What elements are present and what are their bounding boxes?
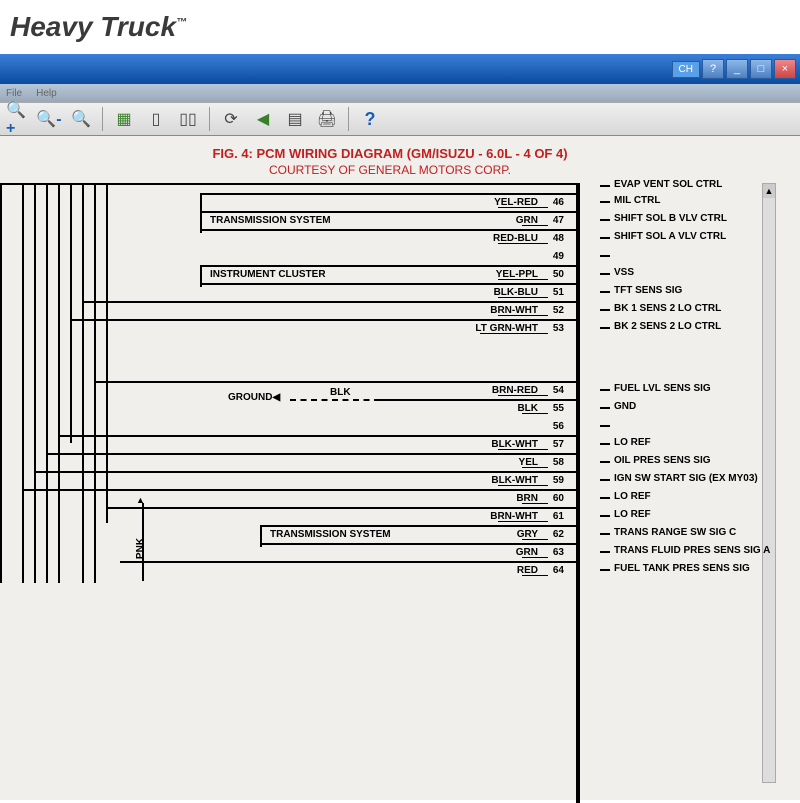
wire-color-label: BLK55 (517, 399, 568, 417)
wire-color-label: LT GRN-WHT53 (475, 319, 568, 337)
pin-signal-name: TRANS FLUID PRES SENS SIG A (614, 545, 770, 556)
diagram-title: FIG. 4: PCM WIRING DIAGRAM (GM/ISUZU - 6… (0, 146, 780, 161)
page-icon[interactable]: ▯ (145, 108, 167, 130)
pin-signal-name: IGN SW START SIG (EX MY03) (614, 473, 758, 484)
wire-color-label: BRN-WHT61 (490, 507, 568, 525)
diagram-subtitle: COURTESY OF GENERAL MOTORS CORP. (0, 163, 780, 177)
pin-signal-name: LO REF (614, 491, 651, 502)
wire-color-label: BRN-RED54 (492, 381, 568, 399)
arrow-up-icon: ▲ (136, 495, 145, 505)
ground-wire-label: BLK (330, 387, 351, 398)
help-icon[interactable]: ? (702, 59, 724, 79)
print-icon[interactable]: 🖨 (316, 108, 338, 130)
toolbar: 🔍+ 🔍- 🔍 ▦ ▯ ▯▯ ⟳ ◀ ▤ 🖨 ? (0, 102, 800, 136)
pin-signal-name: LO REF (614, 509, 651, 520)
instrument-cluster-label: INSTRUMENT CLUSTER (210, 269, 326, 280)
connector-outline (576, 183, 580, 803)
wire-color-label: BRN60 (516, 489, 568, 507)
wire-color-label: GRN63 (516, 543, 568, 561)
wire-color-label: YEL-RED46 (494, 193, 568, 211)
pin-signal-name: VSS (614, 267, 634, 278)
pin-signal-name: FUEL LVL SENS SIG (614, 383, 711, 394)
wire-color-label: GRY62 (517, 525, 568, 543)
pin-signal-name: SHIFT SOL A VLV CTRL (614, 231, 726, 242)
close-button[interactable]: × (774, 59, 796, 79)
pin-signal-name: TFT SENS SIG (614, 285, 682, 296)
menubar: File Help (0, 84, 800, 102)
pin-signal-name: BK 2 SENS 2 LO CTRL (614, 321, 721, 332)
toolbar-separator (102, 107, 103, 131)
wire-color-label: BRN-WHT52 (490, 301, 568, 319)
scrollbar[interactable]: ▲ (762, 183, 776, 783)
document-icon[interactable]: ▦ (113, 108, 135, 130)
language-indicator[interactable]: CH (672, 61, 700, 78)
pin-signal-name: EVAP VENT SOL CTRL (614, 179, 722, 190)
wire-color-label: RED64 (517, 561, 568, 579)
notes-icon[interactable]: ▤ (284, 108, 306, 130)
pnk-wire-label: PNK (135, 538, 146, 559)
back-icon[interactable]: ◀ (252, 108, 274, 130)
pin-signal-name: BK 1 SENS 2 LO CTRL (614, 303, 721, 314)
scroll-up-icon[interactable]: ▲ (763, 184, 775, 198)
pin-number: 49 (544, 247, 568, 265)
refresh-icon[interactable]: ⟳ (220, 108, 242, 130)
menu-help[interactable]: Help (36, 88, 57, 99)
pin-number: 56 (544, 417, 568, 435)
wire-color-label: YEL58 (519, 453, 568, 471)
zoom-out-icon[interactable]: 🔍- (38, 108, 60, 130)
wire-color-label: BLK-WHT59 (491, 471, 568, 489)
pin-signal-name: OIL PRES SENS SIG (614, 455, 711, 466)
pin-signal-name: MIL CTRL (614, 195, 660, 206)
zoom-in-icon[interactable]: 🔍+ (6, 108, 28, 130)
window-titlebar: CH ? _ □ × (0, 54, 800, 84)
pin-signal-name: TRANS RANGE SW SIG C (614, 527, 736, 538)
wire-color-label: GRN47 (516, 211, 568, 229)
wire-color-label: RED-BLU48 (493, 229, 568, 247)
content-area: FIG. 4: PCM WIRING DIAGRAM (GM/ISUZU - 6… (0, 136, 800, 800)
toolbar-separator (348, 107, 349, 131)
help-icon[interactable]: ? (359, 108, 381, 130)
minimize-button[interactable]: _ (726, 59, 748, 79)
pin-signal-name: FUEL TANK PRES SENS SIG (614, 563, 750, 574)
toolbar-separator (209, 107, 210, 131)
transmission-system-label: TRANSMISSION SYSTEM (210, 215, 331, 226)
menu-file[interactable]: File (6, 88, 22, 99)
wire-color-label: BLK-BLU51 (494, 283, 568, 301)
pin-signal-name: SHIFT SOL B VLV CTRL (614, 213, 727, 224)
zoom-reset-icon[interactable]: 🔍 (70, 108, 92, 130)
pin-signal-name: LO REF (614, 437, 651, 448)
ground-label: GROUND◀ (228, 392, 280, 403)
brand-header: Heavy Truck™ (0, 0, 800, 54)
spread-icon[interactable]: ▯▯ (177, 108, 199, 130)
wiring-diagram: ▲ EVAP VENT SOL CTRLYEL-RED46MIL CTRLGRN… (0, 183, 780, 803)
wire-color-label: BLK-WHT57 (491, 435, 568, 453)
maximize-button[interactable]: □ (750, 59, 772, 79)
pin-signal-name: GND (614, 401, 636, 412)
brand-text: Heavy Truck™ (10, 11, 187, 43)
transmission-system-label-2: TRANSMISSION SYSTEM (270, 529, 391, 540)
wire-color-label: YEL-PPL50 (496, 265, 568, 283)
